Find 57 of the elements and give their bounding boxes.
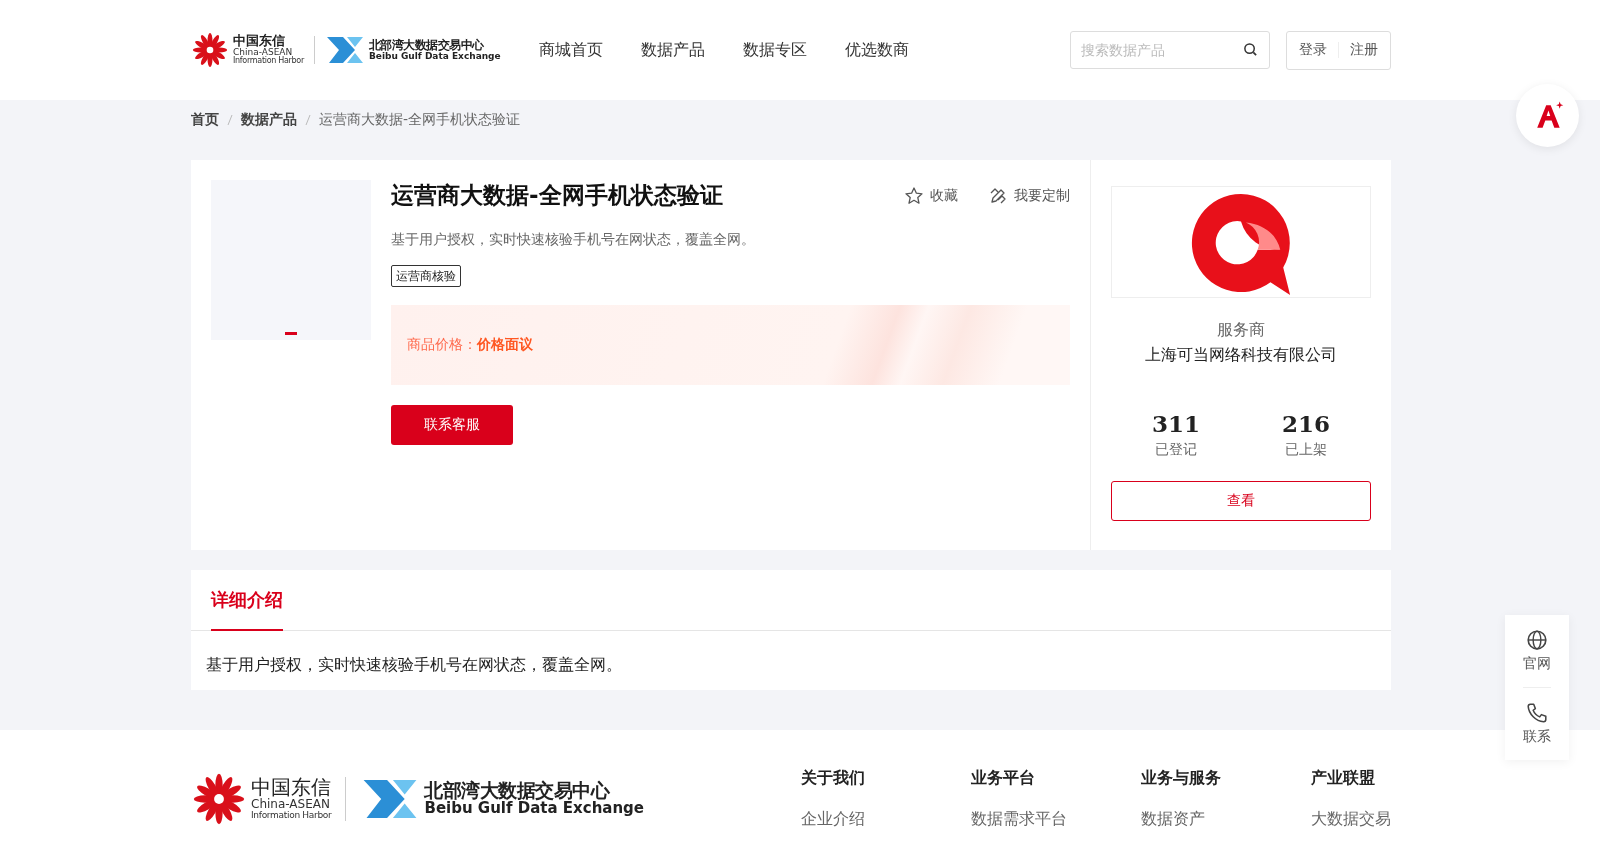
footer-heading: 关于我们 bbox=[801, 768, 866, 789]
footer-link[interactable]: 企业介绍 bbox=[801, 809, 971, 830]
logo-text: Beibu Gulf Data Exchange bbox=[368, 51, 501, 61]
tag: 运营商核验 bbox=[391, 265, 461, 287]
slash-separator-icon bbox=[227, 114, 233, 126]
contact-button[interactable]: 联系客服 bbox=[391, 405, 513, 445]
nav-link[interactable]: 数据专区 bbox=[742, 39, 807, 61]
logo-text: Information Harbor bbox=[233, 57, 304, 66]
stat-value: 311 bbox=[1152, 410, 1200, 437]
logo-text: 中国东信 bbox=[233, 34, 285, 48]
footer-heading: 业务平台 bbox=[971, 768, 1036, 789]
logo-text: China-ASEAN bbox=[251, 798, 330, 812]
favorite-link[interactable]: 收藏 bbox=[904, 185, 958, 206]
nav-link[interactable]: 数据产品 bbox=[640, 39, 705, 61]
logo[interactable]: 中国东信 China-ASEAN Information Harbor 北部湾大数据交易中心 Beibu Gulf Data Exchange bbox=[191, 31, 501, 69]
customize-link[interactable]: 我要定制 bbox=[988, 185, 1070, 206]
footer-heading: 产业联盟 bbox=[1311, 768, 1376, 789]
breadcrumb-link[interactable]: 数据产品 bbox=[241, 111, 297, 129]
nav-link[interactable]: 优选数商 bbox=[844, 39, 909, 61]
detail-text: 基于用户授权，实时快速核验手机号在网状态，覆盖全网。 bbox=[205, 654, 623, 676]
search-icon[interactable] bbox=[1243, 42, 1258, 57]
flower-logo-icon bbox=[191, 771, 247, 827]
globe-icon bbox=[1526, 629, 1548, 651]
slash-separator-icon bbox=[305, 114, 311, 126]
tab[interactable]: 详细介绍 bbox=[211, 570, 283, 631]
footer-link[interactable]: 大数据交易 bbox=[1311, 809, 1391, 830]
breadcrumb-link[interactable]: 首页 bbox=[191, 111, 219, 129]
breadcrumb-link[interactable]: 运营商大数据-全网手机状态验证 bbox=[319, 111, 521, 129]
star-icon bbox=[904, 185, 924, 206]
product-title: 运营商大数据-全网手机状态验证 bbox=[391, 181, 723, 210]
exchange-logo-icon bbox=[324, 35, 365, 65]
provider-name: 上海可当网络科技有限公司 bbox=[1145, 345, 1337, 366]
stat-value: 216 bbox=[1282, 410, 1330, 437]
website-link[interactable]: 官网 bbox=[1523, 627, 1551, 675]
view-button[interactable]: 查看 bbox=[1111, 481, 1371, 521]
footer-link[interactable]: 数据资产 bbox=[1141, 809, 1311, 830]
flower-logo-icon bbox=[191, 31, 229, 69]
search-field[interactable]: 搜索数据产品 bbox=[1070, 31, 1270, 69]
logo-text: Information Harbor bbox=[251, 811, 332, 821]
stat-label: 已登记 bbox=[1155, 441, 1197, 459]
logo-text: 北部湾大数据交易中心 bbox=[424, 781, 610, 802]
nav-link[interactable]: 商城首页 bbox=[538, 39, 603, 61]
logo-text: 北部湾大数据交易中心 bbox=[368, 39, 484, 52]
provider-label: 服务商 bbox=[1217, 320, 1265, 341]
footer-link[interactable]: 数据需求平台 bbox=[971, 809, 1141, 830]
logo-text: 中国东信 bbox=[251, 777, 332, 799]
logo-text: Beibu Gulf Data Exchange bbox=[424, 801, 645, 817]
logo-text: China-ASEAN bbox=[233, 47, 293, 57]
price-label: 商品价格： bbox=[407, 336, 477, 354]
auth-link[interactable]: 登录 bbox=[1299, 41, 1327, 59]
auth-link[interactable]: 注册 bbox=[1350, 41, 1378, 59]
footer-heading: 业务与服务 bbox=[1141, 768, 1222, 789]
price-value: 价格面议 bbox=[477, 336, 533, 354]
contact-link[interactable]: 联系 bbox=[1523, 700, 1551, 748]
stat-label: 已上架 bbox=[1285, 441, 1327, 459]
phone-icon bbox=[1526, 702, 1548, 724]
product-description: 基于用户授权，实时快速核验手机号在网状态，覆盖全网。 bbox=[391, 231, 755, 249]
